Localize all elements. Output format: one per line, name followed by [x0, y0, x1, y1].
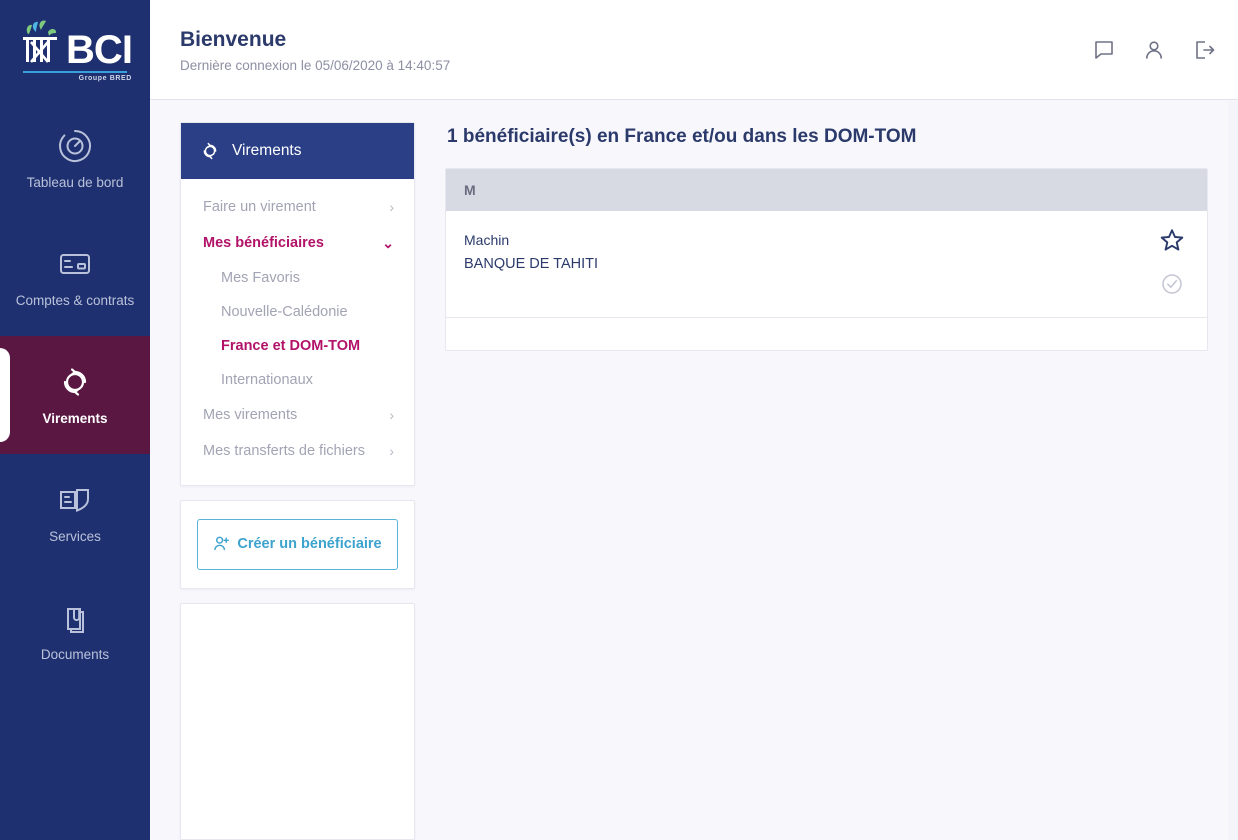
primary-sidebar: BCI Groupe BRED Tableau de bord Comptes … — [0, 0, 150, 840]
menu-item-mes-virements[interactable]: Mes virements › — [181, 397, 414, 433]
chevron-right-icon: › — [389, 443, 394, 459]
menu-body: Faire un virement › Mes bénéficiaires ⌄ … — [181, 179, 414, 485]
star-outline-icon[interactable] — [1159, 227, 1185, 253]
beneficiary-details: Machin BANQUE DE TAHITI — [464, 227, 1155, 275]
right-pane: Bienvenue Dernière connexion le 05/06/20… — [150, 0, 1238, 840]
submenu-item-internationaux[interactable]: Internationaux — [181, 363, 414, 397]
secondary-nav-column: Virements Faire un virement › Mes bénéfi… — [180, 122, 415, 840]
logout-icon[interactable] — [1192, 38, 1216, 62]
sidebar-item-tableau-de-bord[interactable]: Tableau de bord — [0, 100, 150, 218]
create-beneficiary-card: Créer un bénéficiaire — [180, 500, 415, 590]
chevron-right-icon: › — [389, 199, 394, 215]
sidebar-items: Tableau de bord Comptes & contrats Virem… — [0, 100, 150, 690]
create-beneficiary-label: Créer un bénéficiaire — [237, 536, 382, 552]
add-user-icon — [213, 535, 230, 552]
menu-item-label: Mes bénéficiaires — [203, 235, 324, 251]
sidebar-item-label: Comptes & contrats — [15, 293, 135, 309]
submenu-item-france-et-dom-tom[interactable]: France et DOM-TOM — [181, 329, 414, 363]
menu-item-label: Mes transferts de fichiers — [203, 443, 365, 459]
user-icon[interactable] — [1142, 38, 1166, 62]
beneficiaries-table: M Machin BANQUE DE TAHITI — [445, 168, 1208, 351]
dashboard-icon — [55, 126, 95, 166]
submenu-item-label: Internationaux — [221, 372, 313, 388]
sidebar-item-virements[interactable]: Virements — [0, 336, 150, 454]
shield-card-icon — [55, 480, 95, 520]
app-root: BCI Groupe BRED Tableau de bord Comptes … — [0, 0, 1238, 840]
brand-name: BCI — [66, 28, 133, 72]
beneficiaries-heading: 1 bénéficiaire(s) en France et/ou dans l… — [447, 126, 917, 147]
menu-item-label: Faire un virement — [203, 199, 316, 215]
table-footer-row — [446, 318, 1207, 350]
transfer-icon — [199, 140, 221, 162]
documents-icon — [55, 598, 95, 638]
chevron-down-icon: ⌄ — [382, 235, 394, 251]
secondary-empty-panel — [180, 603, 415, 840]
table-row[interactable]: Machin BANQUE DE TAHITI — [446, 211, 1207, 318]
table-group-header: M — [446, 169, 1207, 211]
menu-header: Virements — [181, 123, 414, 179]
brand-tagline: Groupe BRED — [78, 75, 132, 82]
sidebar-item-label: Virements — [42, 411, 108, 427]
transfer-icon — [55, 362, 95, 402]
submenu-item-mes-favoris[interactable]: Mes Favoris — [181, 261, 414, 295]
submenu-item-nouvelle-caledonie[interactable]: Nouvelle-Calédonie — [181, 295, 414, 329]
row-actions — [1155, 227, 1189, 295]
menu-title: Virements — [232, 142, 302, 159]
header-titles: Bienvenue Dernière connexion le 05/06/20… — [180, 26, 1092, 72]
last-login-text: Dernière connexion le 05/06/2020 à 14:40… — [180, 57, 451, 73]
menu-item-label: Mes virements — [203, 407, 298, 423]
brand-logo[interactable]: BCI Groupe BRED — [0, 0, 150, 100]
check-circle-icon[interactable] — [1161, 273, 1183, 295]
sidebar-item-label: Documents — [40, 647, 110, 663]
menu-item-mes-beneficiaires[interactable]: Mes bénéficiaires ⌄ — [181, 225, 414, 261]
beneficiary-name: Machin — [464, 232, 510, 248]
menu-item-faire-un-virement[interactable]: Faire un virement › — [181, 189, 414, 225]
sidebar-item-label: Services — [49, 529, 101, 545]
sidebar-item-documents[interactable]: Documents — [0, 572, 150, 690]
sidebar-item-comptes-contrats[interactable]: Comptes & contrats — [0, 218, 150, 336]
card-icon — [55, 244, 95, 284]
menu-item-mes-transferts-de-fichiers[interactable]: Mes transferts de fichiers › — [181, 433, 414, 469]
virements-menu-card: Virements Faire un virement › Mes bénéfi… — [180, 122, 415, 486]
messages-icon[interactable] — [1092, 38, 1116, 62]
sidebar-item-services[interactable]: Services — [0, 454, 150, 572]
create-beneficiary-button[interactable]: Créer un bénéficiaire — [197, 519, 398, 571]
page-scrollbar[interactable] — [1228, 101, 1238, 840]
page-header: Bienvenue Dernière connexion le 05/06/20… — [150, 0, 1238, 100]
beneficiaries-column: 1 bénéficiaire(s) en France et/ou dans l… — [445, 122, 1208, 840]
page-content: Virements Faire un virement › Mes bénéfi… — [150, 100, 1238, 840]
submenu-item-label: Nouvelle-Calédonie — [221, 304, 348, 320]
chevron-right-icon: › — [389, 407, 394, 423]
header-actions — [1092, 38, 1216, 62]
submenu-item-label: France et DOM-TOM — [221, 338, 361, 354]
bci-tree-icon — [18, 18, 62, 69]
beneficiary-bank: BANQUE DE TAHITI — [464, 255, 599, 272]
submenu-item-label: Mes Favoris — [221, 270, 300, 286]
sidebar-item-label: Tableau de bord — [26, 175, 124, 191]
brand-underline — [22, 71, 127, 73]
page-title: Bienvenue — [180, 28, 287, 52]
